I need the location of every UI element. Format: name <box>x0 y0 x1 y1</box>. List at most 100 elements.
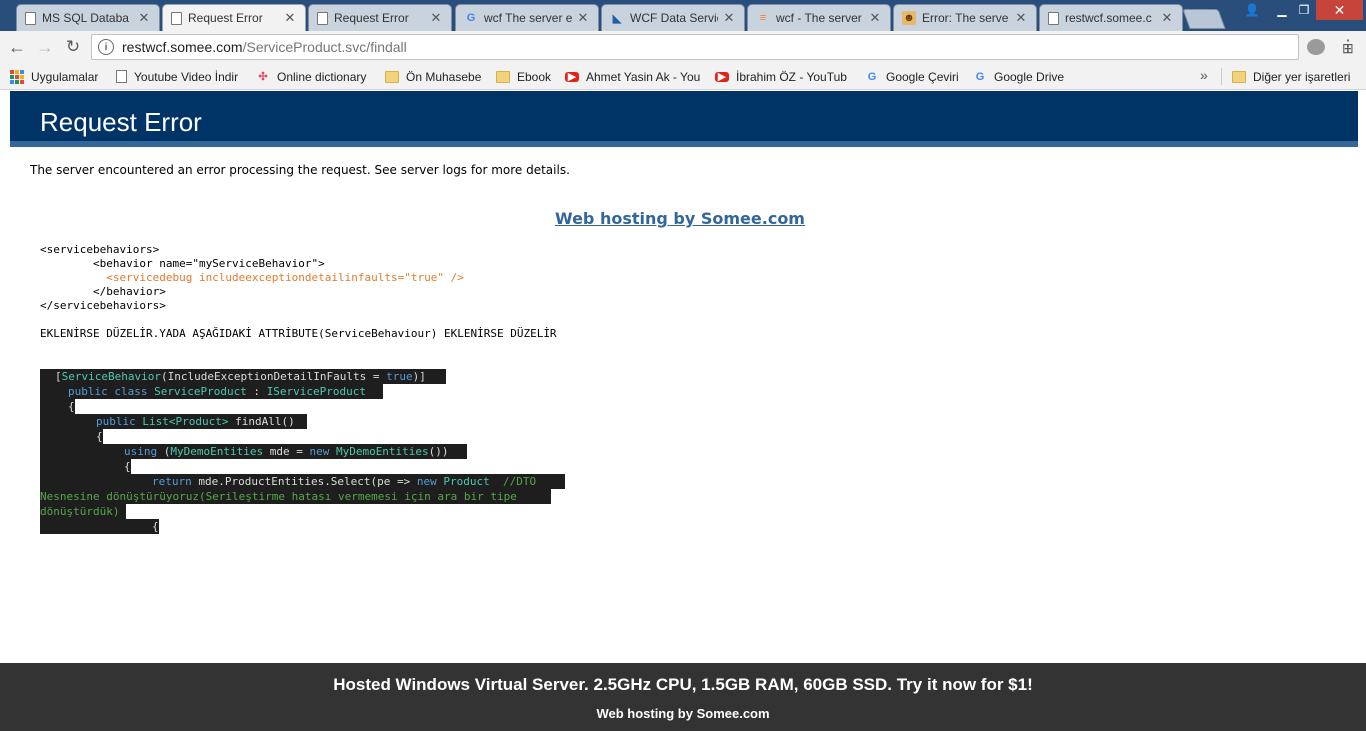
code-token: new <box>309 445 336 458</box>
code-token: ServiceBehavior <box>61 370 161 383</box>
folder-icon <box>496 70 510 83</box>
code-line: Nesnesine dönüştürüyoruz(Serileştirme ha… <box>40 489 551 504</box>
folder-icon <box>1232 70 1246 83</box>
code-token: [ <box>55 370 62 383</box>
bookmark-label: Ahmet Yasin Ak - You <box>586 69 701 84</box>
footer-offer-link[interactable]: Hosted Windows Virtual Server. 2.5GHz CP… <box>0 675 1366 695</box>
code-line: [ServiceBehavior(IncludeExceptionDetailI… <box>40 369 446 384</box>
code-token: MyDemoEntities <box>335 445 429 458</box>
error-message: The server encountered an error processi… <box>30 163 570 177</box>
close-icon[interactable]: ✕ <box>868 10 882 26</box>
folder-icon <box>385 70 399 83</box>
tab-restwcf[interactable]: restwcf.somee.c ✕ <box>1039 4 1183 31</box>
chevron-double-right-icon[interactable]: » <box>1200 67 1208 83</box>
code-token: using <box>124 445 164 458</box>
footer-credit-link[interactable]: Web hosting by Somee.com <box>0 706 1366 721</box>
address-bar[interactable]: i restwcf.somee.com/ServiceProduct.svc/f… <box>91 34 1354 60</box>
code-token: return <box>152 475 199 488</box>
code-token: public <box>96 415 143 428</box>
close-icon[interactable]: ✕ <box>722 10 736 26</box>
config-snippet: <servicebehaviors> <behavior name="mySer… <box>40 243 464 313</box>
bookmark-label: Online dictionary <box>277 69 367 84</box>
stackoverflow-icon: ≡ <box>759 12 767 24</box>
tab-wcf-data-services[interactable]: ◣ WCF Data Servic ✕ <box>601 4 745 31</box>
config-line: </servicebehaviors> <box>40 299 166 312</box>
close-icon[interactable]: ✕ <box>1014 10 1028 26</box>
bookmark-google-drive[interactable]: G Google Drive <box>973 68 1073 85</box>
user-profile-icon[interactable]: 👤 <box>1238 0 1266 20</box>
apps-icon <box>10 69 24 84</box>
bookmark-ibrahim-oz[interactable]: ▶ İbrahim ÖZ - YouTub <box>715 68 851 85</box>
reload-icon[interactable]: ↻ <box>61 36 85 58</box>
tab-request-error-active[interactable]: Request Error ✕ <box>162 4 306 31</box>
code-token: (IncludeExceptionDetailInFaults = <box>160 370 387 383</box>
bookmark-label: Google Çeviri <box>886 69 959 84</box>
tab-error-server[interactable]: ☻ Error: The serve ✕ <box>893 4 1037 31</box>
tab-google-search[interactable]: G wcf The server e ✕ <box>455 4 599 31</box>
tab-title: restwcf.somee.c <box>1065 11 1152 25</box>
bookmark-online-dictionary[interactable]: ✣ Online dictionary <box>256 68 378 85</box>
doc-icon <box>171 11 182 25</box>
bookmark-google-ceviri[interactable]: G Google Çeviri <box>865 68 965 85</box>
tab-strip: MS SQL Databa ✕ Request Error ✕ Request … <box>0 0 1366 31</box>
code-token: )] <box>412 370 426 383</box>
tab-title: wcf The server e <box>484 11 572 25</box>
code-token: > <box>221 415 236 428</box>
google-translate-icon: G <box>867 70 877 83</box>
maximize-icon[interactable]: ❐ <box>1290 0 1318 20</box>
menu-dots-icon[interactable]: ⋮ <box>1340 37 1356 57</box>
bookmark-other-bookmarks[interactable]: Diğer yer işaretleri <box>1232 68 1362 85</box>
code-token: List< <box>142 415 176 428</box>
forward-arrow-icon[interactable]: → <box>33 36 57 58</box>
close-icon[interactable]: ✕ <box>429 10 443 26</box>
divider <box>1221 68 1222 85</box>
bookmark-apps[interactable]: Uygulamalar <box>10 68 110 85</box>
close-icon[interactable]: ✕ <box>283 10 297 26</box>
code-line: public class ServiceProduct : IServicePr… <box>40 384 383 399</box>
tab-title: Request Error <box>188 11 263 25</box>
tab-request-error[interactable]: Request Error ✕ <box>308 4 452 31</box>
tab-stackoverflow[interactable]: ≡ wcf - The server ✕ <box>747 4 891 31</box>
url-path: /ServiceProduct.svc/findall <box>242 39 407 55</box>
bookmark-ahmet-yasin-ak[interactable]: ▶ Ahmet Yasin Ak - You <box>565 68 701 85</box>
bookmark-on-muhasebe[interactable]: Ön Muhasebe <box>385 68 489 85</box>
code-line: { <box>40 399 75 414</box>
code-line: { <box>40 519 159 534</box>
bookmark-label: Ön Muhasebe <box>406 69 482 84</box>
info-icon[interactable]: i <box>98 39 114 55</box>
tab-title: Error: The serve <box>922 11 1009 25</box>
bookmark-youtube-video-indir[interactable]: Youtube Video İndir <box>116 68 250 85</box>
error-header-banner: Request Error <box>10 91 1358 147</box>
instruction-note: EKLENİRSE DÜZELİR.YADA AŞAĞIDAKİ ATTRİBU… <box>40 327 557 340</box>
code-token: Product <box>175 415 222 428</box>
close-icon[interactable]: ✕ <box>137 10 151 26</box>
code-token: { <box>124 460 131 473</box>
close-icon[interactable]: ✕ <box>1160 10 1174 26</box>
extension-icon[interactable] <box>1307 39 1325 55</box>
config-line: </behavior> <box>40 285 166 298</box>
code-token: IServiceProduct <box>266 385 367 398</box>
bookmarks-bar: Uygulamalar Youtube Video İndir ✣ Online… <box>0 63 1366 90</box>
code-line: using (MyDemoEntities mde = new MyDemoEn… <box>40 444 467 459</box>
bookmark-ebook[interactable]: Ebook <box>496 68 558 85</box>
bookmark-label: İbrahim ÖZ - YouTub <box>736 69 847 84</box>
code-token: ServiceProduct <box>154 385 247 398</box>
code-token: MyDemoEntities <box>170 445 264 458</box>
code-token: mde = <box>263 445 310 458</box>
page-content: Request Error The server encountered an … <box>0 91 1366 731</box>
tab-title: wcf - The server <box>776 11 862 25</box>
close-icon[interactable]: ✕ <box>576 10 590 26</box>
code-token: //DTO <box>503 475 543 488</box>
tab-ms-sql[interactable]: MS SQL Databa ✕ <box>16 4 160 31</box>
somee-hosting-link[interactable]: Web hosting by Somee.com <box>555 209 805 228</box>
back-arrow-icon[interactable]: ← <box>5 36 29 58</box>
code-token: ()) <box>428 445 449 458</box>
config-line: <servicebehaviors> <box>40 243 160 256</box>
new-tab-button[interactable] <box>1182 9 1226 29</box>
code-token: findAll() <box>235 415 295 428</box>
doc-icon <box>116 70 127 83</box>
code-token: mde.ProductEntities.Select(pe => <box>198 475 417 488</box>
window-close-icon[interactable]: ✕ <box>1316 0 1363 20</box>
error-icon: ☻ <box>902 11 916 25</box>
tab-title: Request Error <box>334 11 409 25</box>
